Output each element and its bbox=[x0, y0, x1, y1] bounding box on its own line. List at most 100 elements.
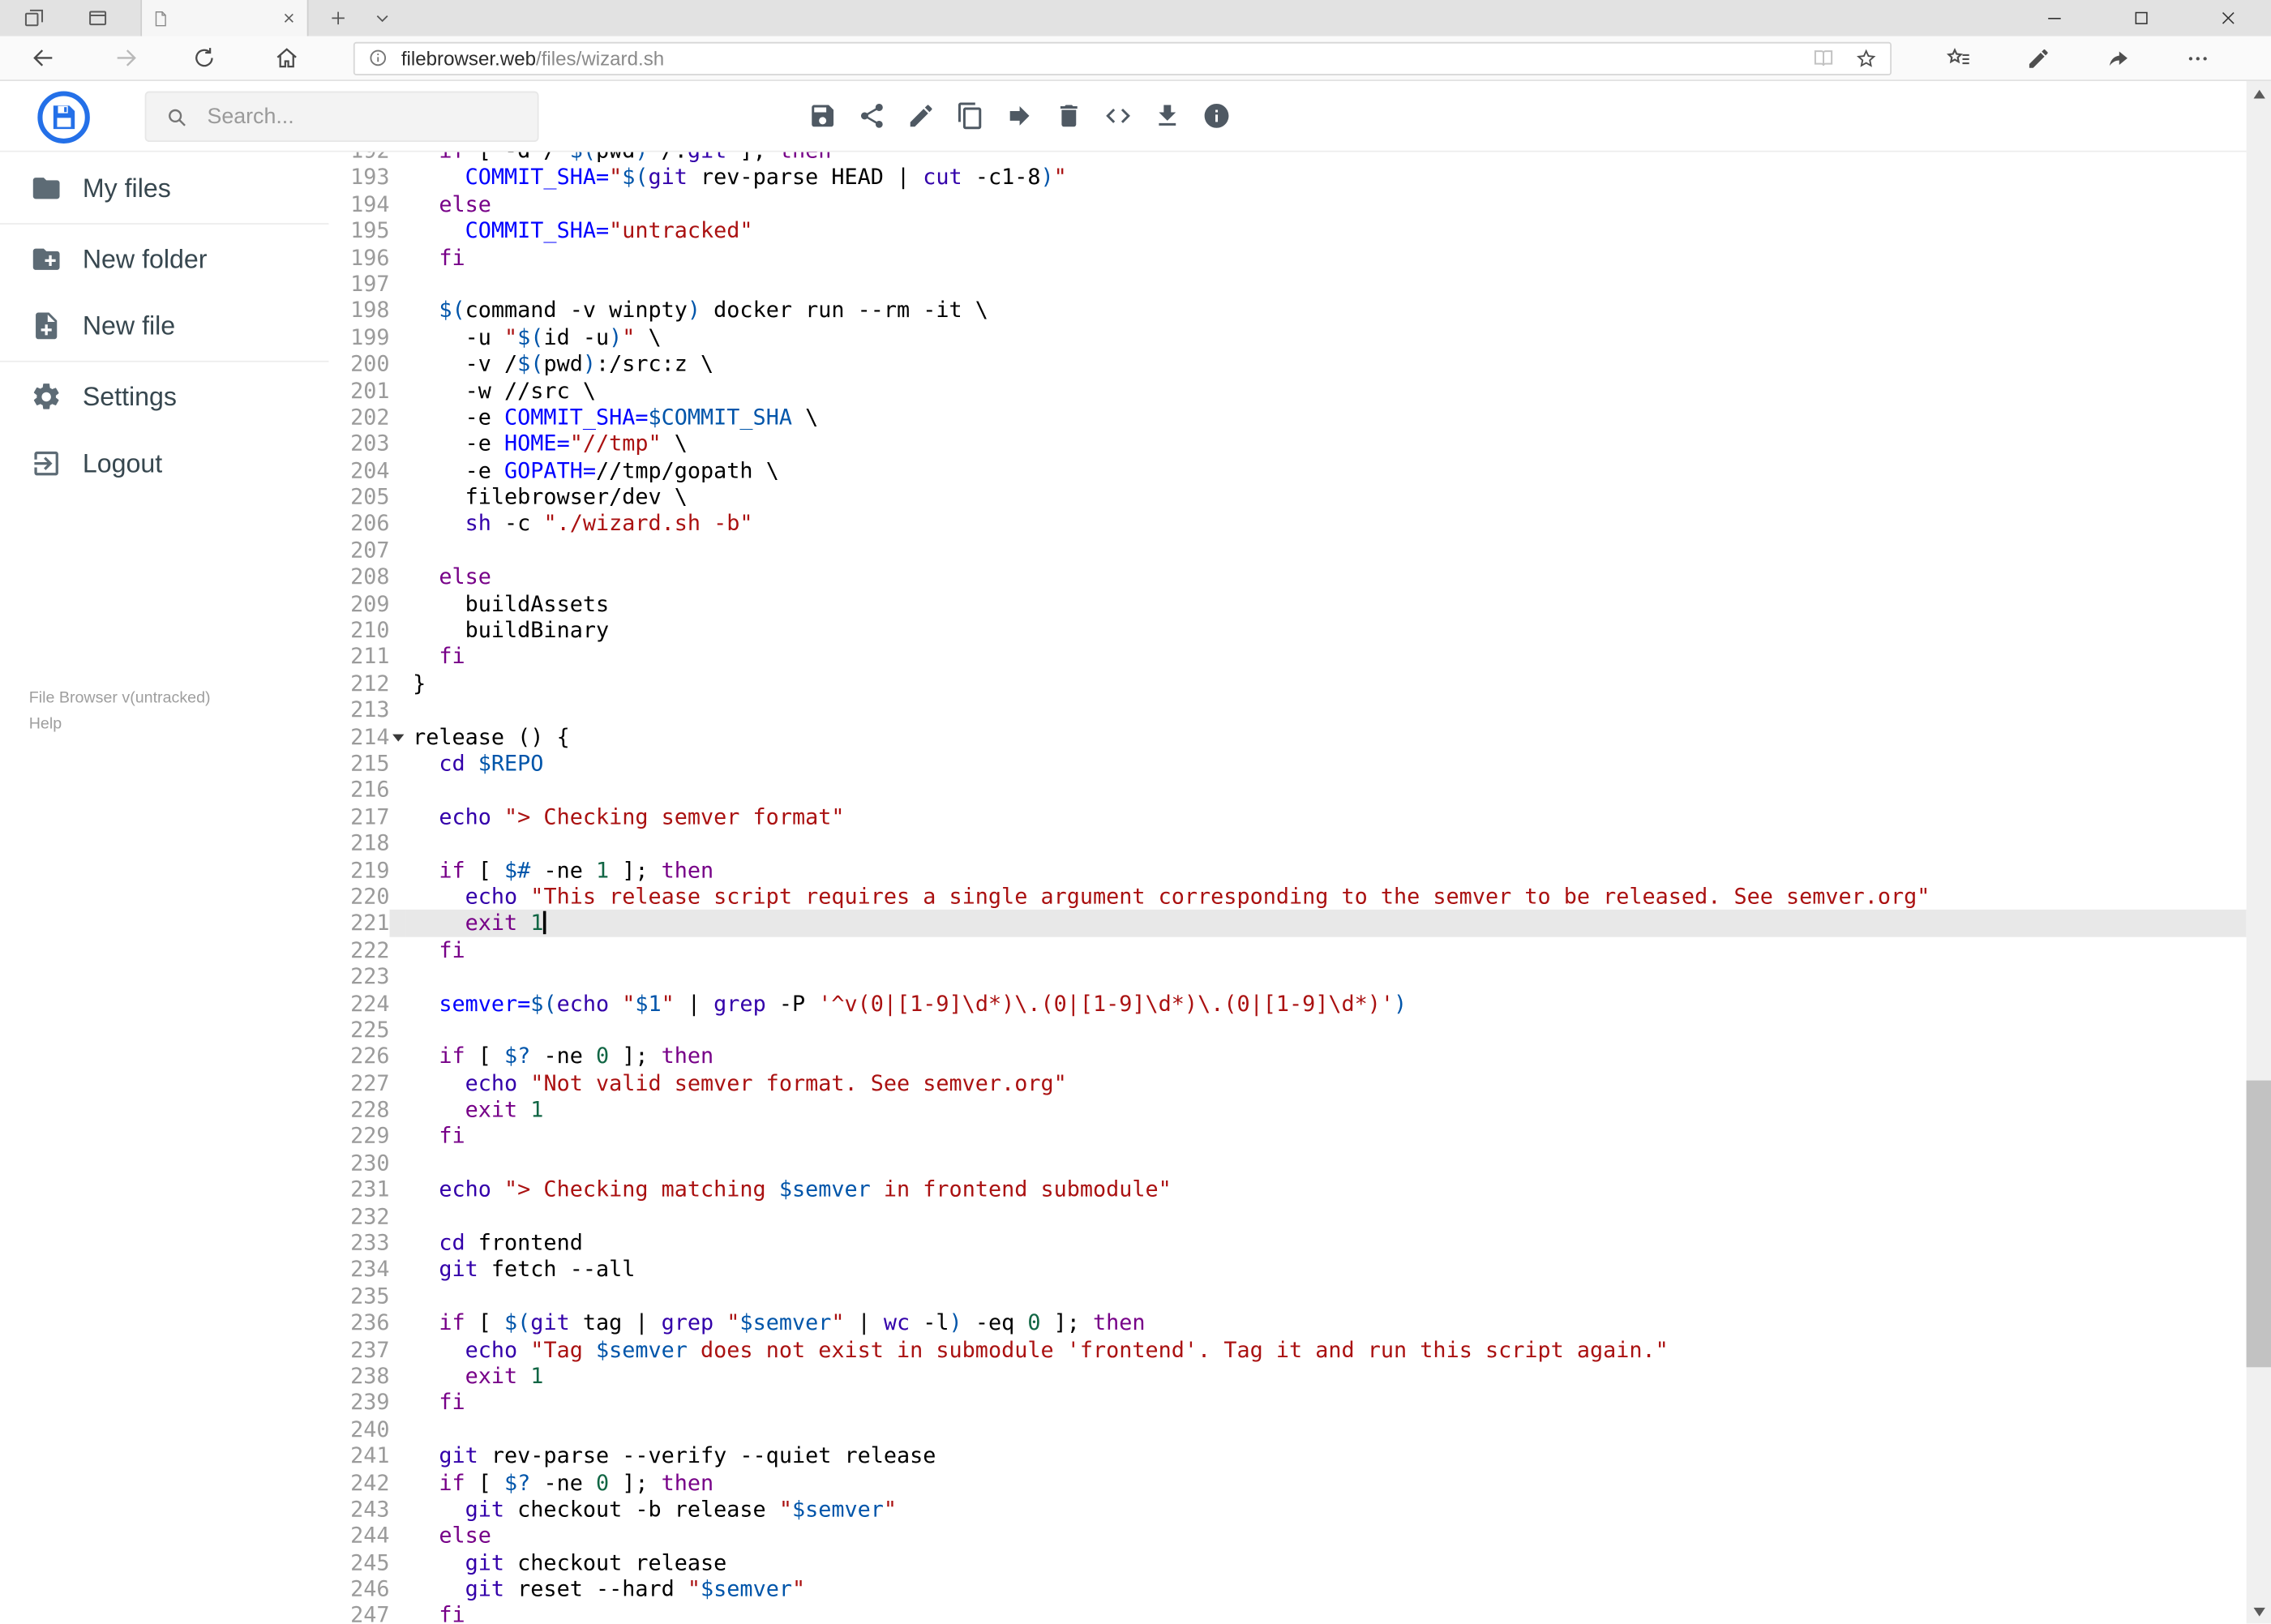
code-text[interactable]: else bbox=[405, 1523, 2246, 1549]
code-text[interactable]: echo "Tag $semver does not exist in subm… bbox=[405, 1336, 2246, 1363]
move-button[interactable] bbox=[1005, 101, 1035, 131]
code-text[interactable] bbox=[405, 1150, 2246, 1176]
page-scrollbar[interactable] bbox=[2246, 81, 2271, 1624]
code-text[interactable]: exit 1 bbox=[405, 910, 2247, 937]
code-text[interactable]: echo "> Checking matching $semver in fro… bbox=[405, 1176, 2246, 1203]
code-text[interactable]: release () { bbox=[405, 723, 2246, 750]
code-text[interactable]: else bbox=[405, 191, 2246, 217]
save-button[interactable] bbox=[808, 101, 838, 131]
sidebar-item-my-files[interactable]: My files bbox=[0, 155, 329, 221]
url-bar[interactable]: filebrowser.web/files/wizard.sh bbox=[353, 41, 1892, 75]
code-text[interactable] bbox=[405, 1416, 2246, 1443]
code-text[interactable]: -e COMMIT_SHA=$COMMIT_SHA \ bbox=[405, 404, 2246, 431]
maximize-button[interactable] bbox=[2097, 0, 2184, 36]
code-text[interactable]: echo "> Checking semver format" bbox=[405, 803, 2246, 830]
code-text[interactable] bbox=[405, 1203, 2246, 1230]
sidebar-item-new-file[interactable]: New file bbox=[0, 293, 329, 359]
close-window-button[interactable] bbox=[2184, 0, 2271, 36]
code-text[interactable] bbox=[405, 1283, 2246, 1309]
info-circle-icon[interactable] bbox=[368, 48, 388, 68]
share-button[interactable] bbox=[858, 101, 887, 131]
code-text[interactable]: COMMIT_SHA="$(git rev-parse HEAD | cut -… bbox=[405, 165, 2246, 191]
fold-marker-icon[interactable] bbox=[392, 733, 405, 741]
code-text[interactable]: -v /$(pwd):/src:z \ bbox=[405, 351, 2246, 378]
code-text[interactable]: -e HOME="//tmp" \ bbox=[405, 431, 2246, 457]
favorite-star-icon[interactable] bbox=[1855, 47, 1877, 69]
more-dots-icon[interactable] bbox=[2186, 45, 2210, 70]
sidebar-item-settings[interactable]: Settings bbox=[0, 363, 329, 430]
refresh-icon[interactable] bbox=[191, 45, 217, 71]
code-text[interactable]: cd $REPO bbox=[405, 750, 2246, 777]
sidebar-item-logout[interactable]: Logout bbox=[0, 431, 329, 497]
browser-tab[interactable] bbox=[140, 0, 309, 36]
code-text[interactable]: buildBinary bbox=[405, 617, 2246, 644]
info-button[interactable] bbox=[1202, 101, 1232, 131]
code-text[interactable]: git checkout release bbox=[405, 1549, 2246, 1576]
code-text[interactable] bbox=[405, 963, 2246, 990]
forward-icon[interactable] bbox=[113, 45, 139, 71]
code-text[interactable] bbox=[405, 697, 2246, 724]
code-text[interactable]: echo "Not valid semver format. See semve… bbox=[405, 1070, 2246, 1097]
code-text[interactable]: if [ $? -ne 0 ]; then bbox=[405, 1043, 2246, 1070]
scroll-up-button[interactable] bbox=[2247, 81, 2271, 105]
code-text[interactable]: if [ -d /"$(pwd)"/.git ]; then bbox=[405, 152, 2246, 165]
code-text[interactable]: $(command -v winpty) docker run --rm -it… bbox=[405, 298, 2246, 324]
new-tab-button[interactable] bbox=[322, 0, 354, 36]
search-input[interactable] bbox=[204, 102, 519, 131]
rename-button[interactable] bbox=[906, 101, 936, 131]
code-text[interactable]: } bbox=[405, 671, 2246, 697]
scrollbar-thumb[interactable] bbox=[2246, 1080, 2271, 1368]
minimize-button[interactable] bbox=[2010, 0, 2097, 36]
code-text[interactable]: git fetch --all bbox=[405, 1256, 2246, 1283]
code-text[interactable] bbox=[405, 1017, 2246, 1043]
download-button[interactable] bbox=[1153, 101, 1182, 131]
code-text[interactable]: fi bbox=[405, 936, 2246, 963]
fold-gutter bbox=[390, 152, 406, 165]
filebrowser-logo[interactable] bbox=[36, 89, 92, 144]
code-text[interactable]: if [ $# -ne 1 ]; then bbox=[405, 857, 2246, 884]
code-text[interactable]: fi bbox=[405, 1603, 2246, 1624]
code-text[interactable]: fi bbox=[405, 644, 2246, 671]
set-aside-tabs-button[interactable] bbox=[17, 0, 49, 36]
code-text[interactable]: fi bbox=[405, 1123, 2246, 1150]
code-text[interactable]: git checkout -b release "$semver" bbox=[405, 1496, 2246, 1523]
code-text[interactable]: cd frontend bbox=[405, 1230, 2246, 1257]
hub-icon[interactable] bbox=[1946, 45, 1971, 70]
sidebar-item-new-folder[interactable]: New folder bbox=[0, 226, 329, 293]
code-text[interactable]: exit 1 bbox=[405, 1096, 2246, 1123]
reading-view-icon[interactable] bbox=[1812, 46, 1836, 70]
code-text[interactable] bbox=[405, 537, 2246, 563]
help-link[interactable]: Help bbox=[29, 711, 211, 737]
code-text[interactable]: else bbox=[405, 563, 2246, 590]
code-text[interactable]: filebrowser/dev \ bbox=[405, 484, 2246, 511]
source-code-button[interactable] bbox=[1103, 101, 1133, 131]
tab-preview-toggle[interactable] bbox=[366, 0, 398, 36]
code-text[interactable]: -e GOPATH=//tmp/gopath \ bbox=[405, 457, 2246, 484]
copy-button[interactable] bbox=[956, 101, 985, 131]
code-text[interactable]: COMMIT_SHA="untracked" bbox=[405, 217, 2246, 244]
code-text[interactable]: sh -c "./wizard.sh -b" bbox=[405, 511, 2246, 538]
code-text[interactable]: echo "This release script requires a sin… bbox=[405, 884, 2246, 911]
share-arrow-icon[interactable] bbox=[2106, 45, 2130, 70]
code-text[interactable]: git rev-parse --verify --quiet release bbox=[405, 1442, 2246, 1469]
code-text[interactable]: fi bbox=[405, 1390, 2246, 1416]
home-icon[interactable] bbox=[274, 45, 300, 71]
delete-button[interactable] bbox=[1054, 101, 1083, 131]
code-text[interactable] bbox=[405, 830, 2246, 857]
code-text[interactable]: -u "$(id -u)" \ bbox=[405, 324, 2246, 351]
code-text[interactable]: if [ $(git tag | grep "$semver" | wc -l)… bbox=[405, 1309, 2246, 1336]
back-icon[interactable] bbox=[31, 45, 57, 71]
tab-close-icon[interactable] bbox=[281, 11, 298, 27]
code-text[interactable]: semver=$(echo "$1" | grep -P '^v(0|[1-9]… bbox=[405, 990, 2246, 1017]
code-text[interactable]: exit 1 bbox=[405, 1363, 2246, 1390]
code-text[interactable]: buildAssets bbox=[405, 590, 2246, 617]
code-text[interactable]: if [ $? -ne 0 ]; then bbox=[405, 1469, 2246, 1496]
code-text[interactable] bbox=[405, 271, 2246, 298]
web-note-pen-icon[interactable] bbox=[2026, 45, 2050, 70]
code-text[interactable]: git reset --hard "$semver" bbox=[405, 1576, 2246, 1603]
code-text[interactable] bbox=[405, 777, 2246, 803]
scroll-down-button[interactable] bbox=[2247, 1600, 2271, 1624]
tab-preview-button[interactable] bbox=[81, 0, 113, 36]
code-text[interactable]: fi bbox=[405, 244, 2246, 271]
code-text[interactable]: -w //src \ bbox=[405, 377, 2246, 404]
